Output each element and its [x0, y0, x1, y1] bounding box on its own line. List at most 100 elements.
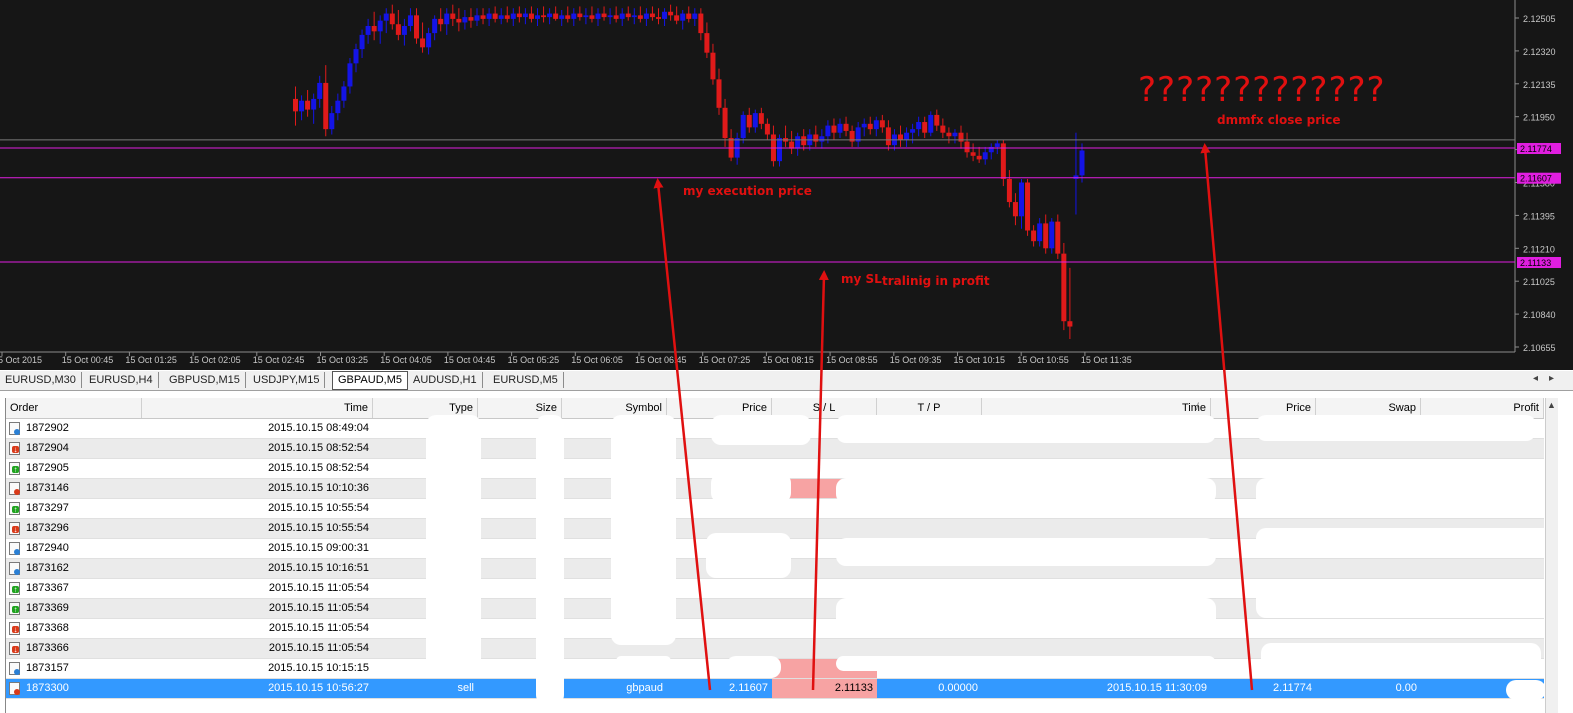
- redaction-mask: [711, 415, 811, 445]
- time-label: 5 Oct 2015: [0, 355, 42, 365]
- bear-candle: [389, 13, 395, 25]
- chart-tab[interactable]: EURUSD,H4: [84, 372, 159, 388]
- bull-candle: [916, 122, 922, 130]
- bull-candle: [365, 26, 371, 35]
- order-cell: ↑ 1872905: [6, 459, 142, 478]
- chart-tab[interactable]: EURUSD,M5: [488, 372, 564, 388]
- bull-candle: [795, 136, 801, 149]
- redaction-mask: [1506, 680, 1544, 700]
- bear-candle: [504, 15, 510, 19]
- bear-candle: [528, 13, 534, 19]
- order-cell: 1873162: [6, 559, 142, 578]
- price-chart[interactable]: 2.125052.123202.121352.119502.117652.115…: [0, 0, 1573, 370]
- bear-candle: [371, 26, 377, 32]
- bull-candle: [1073, 175, 1079, 179]
- bear-candle: [589, 15, 595, 19]
- order-icon: ↑: [9, 582, 20, 595]
- bear-candle: [867, 123, 873, 130]
- bull-candle: [432, 18, 438, 34]
- time-label: 15 Oct 04:45: [444, 355, 496, 365]
- bull-candle: [407, 15, 413, 27]
- bull-candle: [619, 13, 625, 19]
- annotation-close-price: dmmfx close price: [1217, 113, 1341, 127]
- redaction-mask: [836, 415, 1216, 443]
- bear-candle: [649, 13, 655, 18]
- price-label: 2.12135: [1523, 80, 1556, 90]
- open-time-cell: 2015.10.15 08:52:54: [268, 442, 369, 454]
- bear-candle: [293, 98, 298, 112]
- order-id: 1873369: [26, 602, 69, 614]
- bear-candle: [746, 114, 752, 128]
- column-header[interactable]: Order: [6, 398, 142, 418]
- open-time-cell: 2015.10.15 10:15:15: [268, 662, 369, 674]
- redaction-mask: [1256, 588, 1544, 618]
- chart-tab[interactable]: USDJPY,M15: [248, 372, 326, 388]
- price-tag-label: 2.11607: [1520, 174, 1552, 184]
- bull-candle: [359, 34, 365, 50]
- time-label: 15 Oct 02:05: [189, 355, 241, 365]
- bear-candle: [414, 15, 419, 39]
- bull-candle: [837, 123, 843, 133]
- bear-candle: [553, 13, 559, 19]
- chart-tab[interactable]: AUDUSD,H1: [408, 372, 483, 388]
- tab-scroll-left-icon[interactable]: ◂: [1533, 373, 1538, 384]
- chart-tab[interactable]: GBPAUD,M5: [332, 371, 408, 390]
- bear-candle: [305, 100, 311, 110]
- bear-candle: [668, 11, 674, 16]
- redaction-mask: [1256, 478, 1544, 508]
- bear-candle: [456, 18, 462, 23]
- bull-candle: [994, 143, 1000, 147]
- scroll-up-icon[interactable]: ▲: [1547, 400, 1556, 410]
- tab-scroll-right-icon[interactable]: ▸: [1549, 373, 1554, 384]
- redaction-mask: [542, 678, 564, 700]
- redaction-mask: [706, 533, 791, 578]
- time-label: 15 Oct 00:45: [62, 355, 114, 365]
- price-label: 2.10840: [1523, 310, 1556, 320]
- order-icon: ↓: [9, 442, 20, 455]
- table-row[interactable]: ↓ 1873368 2015.10.15 11:05:54: [6, 619, 1544, 639]
- vertical-scrollbar[interactable]: ▲: [1545, 398, 1558, 713]
- bear-candle: [879, 120, 885, 128]
- order-id: 1872902: [26, 422, 69, 434]
- bull-candle: [383, 13, 389, 21]
- bear-candle: [420, 38, 426, 48]
- open-time-cell: 2015.10.15 10:55:54: [268, 522, 369, 534]
- bull-candle: [873, 120, 879, 130]
- chart-tab-bar: EURUSD,M30 EURUSD,H4 GBPUSD,M15 USDJPY,M15 G…: [0, 371, 1573, 391]
- bear-candle: [601, 13, 607, 18]
- price-cell: 2.11607: [729, 682, 768, 694]
- bull-candle: [329, 113, 335, 130]
- order-icon: ↓: [9, 522, 20, 535]
- open-time-cell: 2015.10.15 10:10:36: [268, 482, 369, 494]
- order-cell: ↑ 1873369: [6, 599, 142, 618]
- column-header[interactable]: Time: [142, 398, 373, 418]
- price-label: 2.11950: [1523, 113, 1555, 123]
- bull-candle: [607, 15, 613, 18]
- order-icon: ↓: [9, 622, 20, 635]
- bear-candle: [722, 107, 728, 139]
- chart-tab[interactable]: EURUSD,M30: [0, 372, 82, 388]
- redaction-mask: [836, 478, 1216, 504]
- price-label: 2.11210: [1523, 244, 1555, 254]
- time-label: 15 Oct 09:35: [890, 355, 942, 365]
- bear-candle: [637, 15, 643, 19]
- bear-candle: [716, 79, 722, 108]
- table-row-selected[interactable]: 1873300 2015.10.15 10:56:27 sell gbpaud 2.11…: [6, 679, 1544, 699]
- order-icon: ↑: [9, 602, 20, 615]
- bear-candle: [698, 13, 704, 34]
- bull-candle: [740, 114, 746, 139]
- order-icon: ↑: [9, 502, 20, 515]
- time-label: 15 Oct 01:25: [125, 355, 177, 365]
- chart-tab[interactable]: GBPUSD,M15: [164, 372, 246, 388]
- bear-candle: [764, 123, 770, 135]
- bull-candle: [777, 138, 782, 162]
- time-label: 15 Oct 02:45: [253, 355, 305, 365]
- bear-candle: [970, 152, 976, 156]
- time-label: 15 Oct 07:25: [699, 355, 751, 365]
- bull-candle: [643, 13, 649, 19]
- annotation-question-marks: ?????????????: [1138, 70, 1386, 110]
- time-label: 15 Oct 05:25: [508, 355, 560, 365]
- bear-candle: [704, 33, 710, 53]
- redaction-mask: [836, 538, 1216, 566]
- bull-candle: [335, 100, 341, 114]
